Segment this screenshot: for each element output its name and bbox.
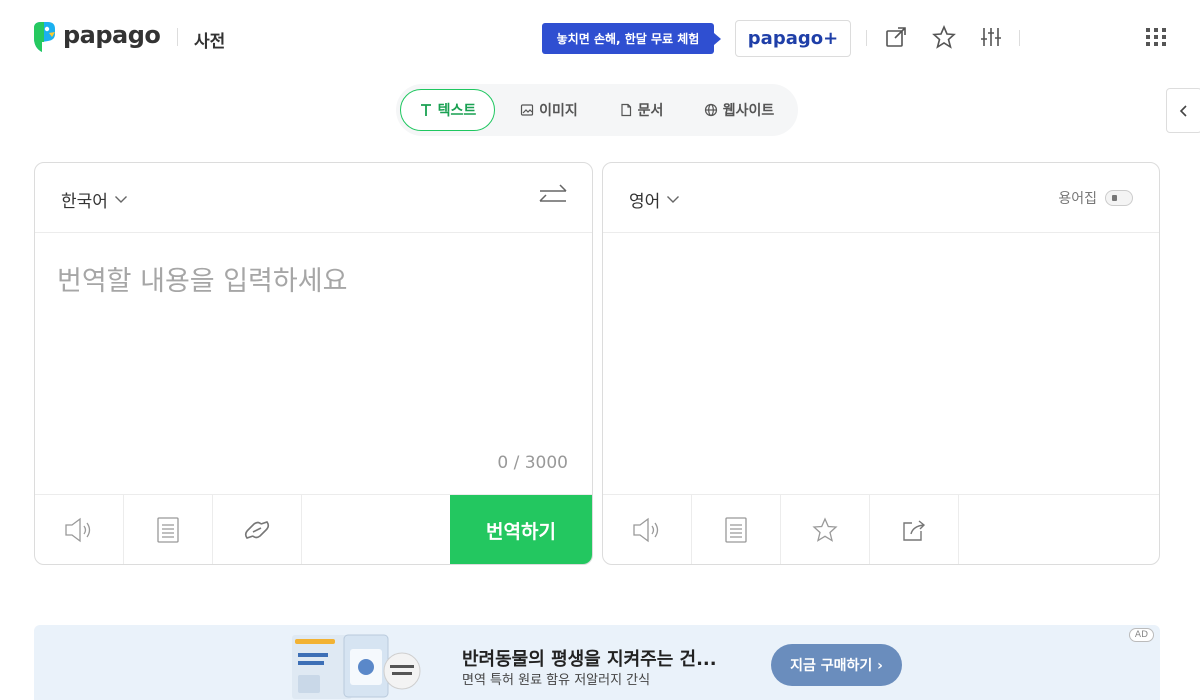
- text-icon: [420, 104, 431, 116]
- header-divider: [866, 30, 867, 46]
- listen-source-button[interactable]: [35, 495, 124, 564]
- promo-tooltip[interactable]: 놓치면 손해, 한달 무료 체험: [542, 23, 721, 54]
- ad-buy-button[interactable]: 지금 구매하기 ›: [771, 644, 902, 686]
- tab-label: 이미지: [539, 103, 578, 119]
- document-icon: [621, 103, 631, 117]
- header-divider: [177, 28, 178, 46]
- tab-label: 웹사이트: [722, 103, 775, 119]
- target-panel-footer: [603, 494, 1159, 564]
- glossary-label: 용어집: [1058, 191, 1097, 207]
- notepad-icon: [725, 517, 747, 543]
- papago-logo-text[interactable]: papago: [63, 21, 161, 49]
- globe-icon: [704, 103, 717, 117]
- source-panel-footer: 번역하기: [35, 494, 592, 564]
- source-language-label: 한국어: [61, 192, 108, 212]
- favorite-result-button[interactable]: [781, 495, 870, 564]
- mode-tab-bar: 텍스트 이미지 문서 웹사이트: [396, 84, 798, 136]
- external-link-icon[interactable]: [883, 24, 909, 50]
- target-panel-header: 영어 용어집: [603, 163, 1159, 233]
- ad-title[interactable]: 반려동물의 평생을 지켜주는 건...: [462, 645, 717, 671]
- share-icon: [903, 520, 926, 541]
- footer-spacer: [302, 495, 352, 564]
- chevron-down-icon: [667, 196, 680, 203]
- tab-document[interactable]: 문서: [604, 89, 678, 131]
- papago-plus-button[interactable]: papago+: [735, 20, 851, 57]
- listen-target-button[interactable]: [603, 495, 692, 564]
- source-panel-header: 한국어: [35, 163, 592, 233]
- target-language-label: 영어: [629, 192, 661, 212]
- tab-label: 텍스트: [437, 103, 477, 119]
- glossary-toggle[interactable]: [1105, 190, 1133, 206]
- source-text-input[interactable]: [57, 259, 572, 459]
- translate-button[interactable]: 번역하기: [450, 495, 592, 564]
- tab-website[interactable]: 웹사이트: [692, 89, 786, 131]
- chevron-left-icon: [1179, 104, 1187, 117]
- tab-label: 문서: [637, 103, 664, 119]
- link-icon: [244, 521, 270, 539]
- ad-banner[interactable]: 반려동물의 평생을 지켜주는 건... 면역 특허 원료 함유 저알러지 간식 …: [34, 625, 1160, 700]
- favorites-star-icon[interactable]: [931, 24, 957, 50]
- papago-logo-icon[interactable]: [30, 20, 56, 54]
- speaker-icon: [633, 517, 659, 543]
- ad-badge[interactable]: AD: [1128, 628, 1154, 642]
- attach-link-button[interactable]: [213, 495, 302, 564]
- side-panel-toggle[interactable]: [1166, 88, 1200, 133]
- swap-languages-icon[interactable]: [538, 183, 568, 209]
- ad-product-image: [292, 634, 421, 699]
- source-panel: 한국어 0 / 3000 번역하기: [34, 162, 593, 565]
- character-count: 0 / 3000: [497, 453, 568, 473]
- tab-image[interactable]: 이미지: [504, 89, 594, 131]
- copy-result-button[interactable]: [692, 495, 781, 564]
- target-language-select[interactable]: 영어: [629, 187, 680, 212]
- target-panel: 영어 용어집: [602, 162, 1160, 565]
- apps-grid-icon[interactable]: [1143, 24, 1169, 50]
- star-icon: [812, 517, 838, 542]
- share-result-button[interactable]: [870, 495, 959, 564]
- header-divider: [1019, 30, 1020, 46]
- chevron-down-icon: [114, 196, 127, 203]
- settings-sliders-icon[interactable]: [978, 24, 1004, 50]
- dictionary-link[interactable]: 사전: [194, 27, 225, 52]
- source-language-select[interactable]: 한국어: [61, 187, 128, 212]
- notepad-icon: [157, 517, 179, 543]
- tab-text[interactable]: 텍스트: [400, 89, 495, 131]
- speaker-icon: [65, 517, 91, 543]
- handwriting-button[interactable]: [124, 495, 213, 564]
- ad-description[interactable]: 면역 특허 원료 함유 저알러지 간식: [462, 669, 650, 688]
- glossary-control[interactable]: 용어집: [1058, 188, 1133, 208]
- image-icon: [521, 104, 534, 116]
